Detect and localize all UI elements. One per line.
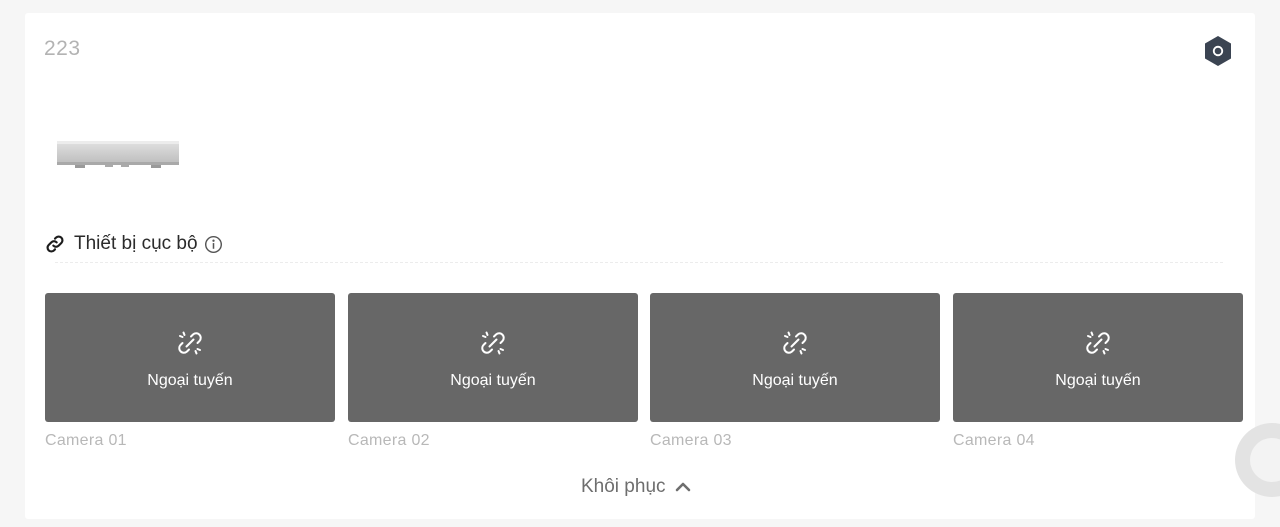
camera-grid: Ngoại tuyến Camera 01 Ngoại tuyến Camera…	[45, 293, 1243, 453]
camera-tile[interactable]: Ngoại tuyến	[348, 293, 638, 422]
section-divider	[55, 262, 1223, 263]
camera-status: Ngoại tuyến	[752, 372, 838, 389]
camera-tile[interactable]: Ngoại tuyến	[45, 293, 335, 422]
camera-label: Camera 04	[953, 432, 1035, 449]
camera-label: Camera 01	[45, 432, 127, 449]
camera-card: Ngoại tuyến Camera 03	[650, 293, 940, 450]
camera-card: Ngoại tuyến Camera 01	[45, 293, 335, 450]
camera-status: Ngoại tuyến	[450, 372, 536, 389]
nvr-box-icon	[55, 138, 181, 172]
camera-status: Ngoại tuyến	[147, 372, 233, 389]
camera-tile[interactable]: Ngoại tuyến	[650, 293, 940, 422]
device-card: 223 Thiết bị cục bộ Ngoại tuyến Camera 0…	[25, 13, 1255, 519]
camera-card: Ngoại tuyến Camera 02	[348, 293, 638, 450]
device-name: 223	[44, 37, 81, 60]
local-devices-header: Thiết bị cục bộ	[45, 231, 223, 257]
unlink-icon	[783, 331, 807, 355]
chevron-up-icon	[675, 482, 690, 492]
camera-tile[interactable]: Ngoại tuyến	[953, 293, 1243, 422]
link-icon	[46, 235, 64, 253]
unlink-icon	[1086, 331, 1110, 355]
local-devices-title: Thiết bị cục bộ	[74, 233, 198, 254]
camera-card: Ngoại tuyến Camera 04	[953, 293, 1243, 450]
camera-label: Camera 02	[348, 432, 430, 449]
gear-icon	[1205, 36, 1231, 66]
collapse-label: Khôi phục	[581, 476, 666, 497]
settings-button[interactable]	[1203, 35, 1233, 67]
unlink-icon	[481, 331, 505, 355]
camera-status: Ngoại tuyến	[1055, 372, 1141, 389]
info-icon[interactable]	[204, 235, 223, 254]
unlink-icon	[178, 331, 202, 355]
camera-label: Camera 03	[650, 432, 732, 449]
collapse-button[interactable]: Khôi phục	[581, 476, 692, 498]
